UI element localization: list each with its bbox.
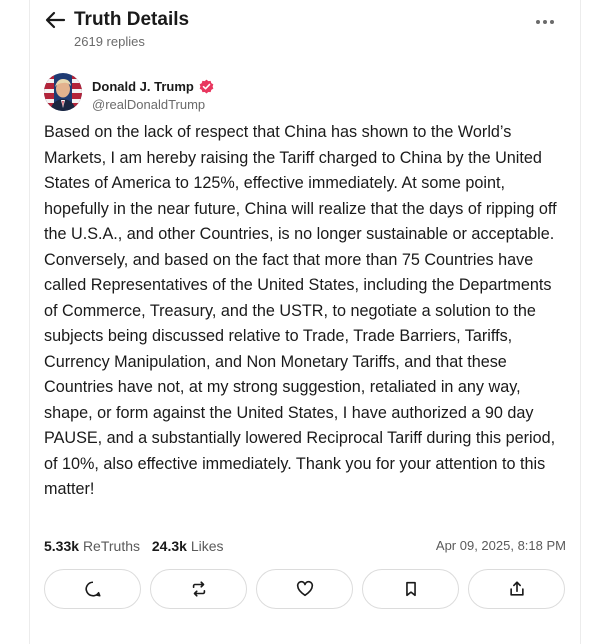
avatar[interactable] xyxy=(44,73,82,111)
verified-badge-icon xyxy=(199,79,214,93)
likes-label: Likes xyxy=(190,538,224,554)
bookmark-button[interactable] xyxy=(362,569,459,609)
more-options-button[interactable] xyxy=(534,12,556,32)
avatar-image xyxy=(44,73,82,111)
likes-count: 24.3k xyxy=(151,538,187,554)
reply-count: 2619 replies xyxy=(74,34,145,49)
retruth-button[interactable] xyxy=(150,569,247,609)
retruths-stat[interactable]: 5.33k ReTruths xyxy=(44,537,140,555)
retruths-label: ReTruths xyxy=(82,538,140,554)
author-block: Donald J. Trump @realDonaldTrump xyxy=(92,77,214,113)
author-handle[interactable]: @realDonaldTrump xyxy=(92,97,214,113)
like-button[interactable] xyxy=(256,569,353,609)
page-header: Truth Details 2619 replies xyxy=(44,8,564,54)
bookmark-icon xyxy=(405,581,416,597)
share-button[interactable] xyxy=(468,569,565,609)
back-button[interactable] xyxy=(44,10,66,30)
likes-stat[interactable]: 24.3k Likes xyxy=(152,537,224,555)
left-gutter xyxy=(0,0,30,644)
page-title: Truth Details xyxy=(74,9,190,30)
retruths-count: 5.33k xyxy=(44,538,80,554)
more-horizontal-icon xyxy=(536,20,554,24)
action-bar xyxy=(44,569,566,609)
post-timestamp: Apr 09, 2025, 8:18 PM xyxy=(435,538,566,553)
post-stats: 5.33k ReTruths 24.3k Likes Apr 09, 2025,… xyxy=(44,537,566,555)
heart-icon xyxy=(296,580,313,597)
right-gutter xyxy=(580,0,600,644)
arrow-left-icon xyxy=(45,11,66,29)
share-icon xyxy=(509,581,524,596)
author-name[interactable]: Donald J. Trump xyxy=(92,79,194,94)
retruth-icon xyxy=(192,581,205,597)
reply-icon xyxy=(84,581,101,597)
reply-button[interactable] xyxy=(44,569,141,609)
post-text: Based on the lack of respect that China … xyxy=(44,123,557,498)
